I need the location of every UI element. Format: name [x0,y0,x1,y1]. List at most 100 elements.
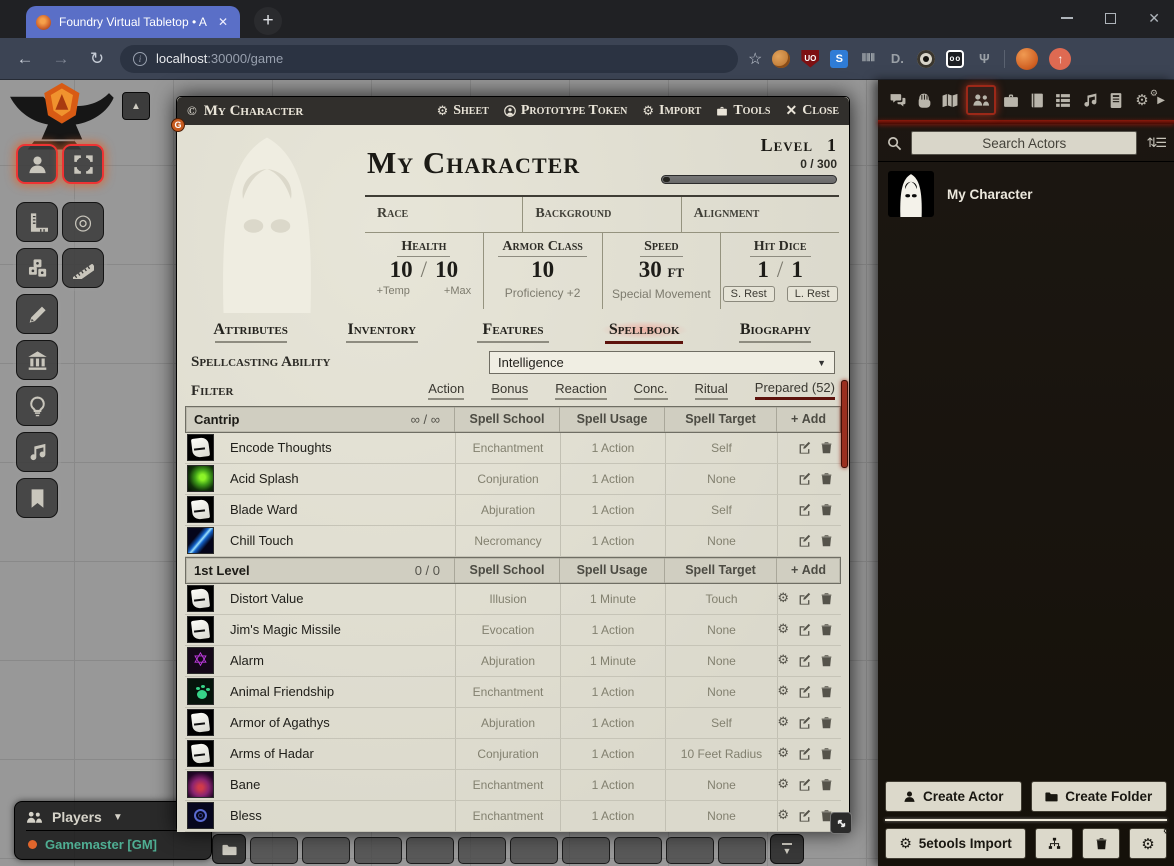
spell-row[interactable]: ✡ Alarm Abjuration 1 Minute None ⚙ [185,646,841,677]
spell-icon-scroll[interactable] [187,496,214,523]
delete-icon[interactable] [820,534,833,547]
spell-row[interactable]: Distort Value Illusion 1 Minute Touch ⚙ [185,584,841,615]
tab-compendium[interactable] [1105,92,1127,109]
macro-folder-button[interactable] [212,834,246,864]
spellcasting-ability-select[interactable]: Intelligence ▼ [489,351,835,374]
short-rest-button[interactable]: S. Rest [723,286,775,302]
prepare-gear-icon[interactable]: ⚙ [777,592,789,605]
d-extension-icon[interactable]: D. [888,50,906,68]
spell-row[interactable]: Blade Ward Abjuration 1 Action Self [185,495,841,526]
prepare-gear-icon[interactable]: ⚙ [777,747,789,760]
health-values[interactable]: 10/10 [365,257,483,283]
drawing-tool-button[interactable] [16,294,58,334]
edit-icon[interactable] [798,623,811,636]
delete-icon[interactable] [820,623,833,636]
delete-icon[interactable] [820,503,833,516]
filter-action[interactable]: Action [428,381,464,400]
tiles-tool-button[interactable] [16,340,58,380]
delete-icon[interactable] [820,716,833,729]
spell-icon-scroll[interactable] [187,740,214,767]
browser-update-icon[interactable]: ↑ [1049,48,1071,70]
section-uses[interactable]: 0 / 0 [415,563,454,578]
bullseye-tool-button[interactable]: ◎ [62,202,104,242]
prototype-token-button[interactable]: Prototype Token [504,103,628,119]
prepare-gear-icon[interactable]: ⚙ [777,778,789,791]
lighting-tool-button[interactable] [16,386,58,426]
macro-slot[interactable] [302,837,350,864]
macro-slot[interactable] [250,837,298,864]
reload-icon[interactable]: ↻ [84,49,110,69]
url-bar[interactable]: i localhost:30000/game [120,45,738,73]
edit-icon[interactable] [798,809,811,822]
s-extension-icon[interactable]: S [830,50,848,68]
race-field[interactable]: Race [365,197,522,232]
tab-journal[interactable] [1026,92,1048,109]
minimize-icon[interactable] [1061,17,1073,19]
ublock-extension-icon[interactable]: UO [801,50,819,68]
5etools-import-button[interactable]: ⚙ 5etools Import [885,828,1026,859]
spell-row[interactable]: Jim's Magic Missile Evocation 1 Action N… [185,615,841,646]
site-info-icon[interactable]: i [133,52,147,66]
prepare-gear-icon[interactable]: ⚙ [777,654,789,667]
spell-icon-acid-splash[interactable] [187,465,214,492]
actor-name[interactable]: My Character [947,187,1033,202]
filter-prepared[interactable]: Prepared (52) [755,380,835,400]
bookmark-star-icon[interactable]: ☆ [748,49,762,69]
macro-slot[interactable] [406,837,454,864]
spell-row[interactable]: Animal Friendship Enchantment 1 Action N… [185,677,841,708]
background-field[interactable]: Background [522,197,680,232]
character-portrait[interactable] [181,129,353,313]
fork-extension-icon[interactable]: Ψ [975,50,993,68]
players-header[interactable]: Players ▼ [26,809,200,831]
tab-playlists[interactable] [1079,92,1101,109]
spell-list-scrollbar[interactable] [841,380,848,468]
close-sheet-button[interactable]: ✕ Close [785,103,839,120]
cookie-extension-icon[interactable] [772,50,790,68]
dice-tray-extension-icon[interactable]: oo [946,50,964,68]
macro-slot[interactable] [354,837,402,864]
delete-icon[interactable] [820,747,833,760]
delete-icon[interactable] [820,441,833,454]
spell-row[interactable]: Encode Thoughts Enchantment 1 Action Sel… [185,433,841,464]
spell-icon-scroll[interactable] [187,616,214,643]
macro-slot[interactable] [510,837,558,864]
tab-inventory[interactable]: Inventory [316,321,447,344]
macro-slot[interactable] [614,837,662,864]
spell-row[interactable]: Armor of Agathys Abjuration 1 Action Sel… [185,708,841,739]
hit-dice-values[interactable]: 1/1 [721,257,839,283]
maximize-icon[interactable] [1105,13,1116,24]
spell-icon-bless-sigil[interactable] [187,802,214,829]
sidebar-collapse-icon[interactable]: ▶ [1157,95,1165,106]
spell-row[interactable]: Bless Enchantment 1 Action None ⚙ [185,801,841,832]
edit-icon[interactable] [798,685,811,698]
section-uses[interactable]: ∞ / ∞ [411,412,454,427]
long-rest-button[interactable]: L. Rest [787,286,838,302]
sort-icon[interactable]: ⇅☰ [1146,135,1165,151]
delete-icon[interactable] [820,685,833,698]
actor-avatar[interactable] [888,171,934,217]
edit-icon[interactable] [798,716,811,729]
measure-tool-button[interactable] [62,248,104,288]
tab-chat[interactable] [887,92,909,109]
create-folder-button[interactable]: Create Folder [1031,781,1168,812]
edit-icon[interactable] [798,534,811,547]
profile-avatar[interactable] [1016,48,1038,70]
add-spell-button[interactable]: + Add [776,407,840,432]
special-movement-label[interactable]: Special Movement [603,287,721,301]
edit-icon[interactable] [798,747,811,760]
spell-icon-scroll[interactable] [187,585,214,612]
edit-icon[interactable] [798,592,811,605]
tab-biography[interactable]: Biography [710,321,841,344]
nav-collapse-button[interactable]: ▲ [122,92,150,120]
edit-icon[interactable] [798,778,811,791]
macro-slot[interactable] [666,837,714,864]
add-spell-button[interactable]: + Add [776,558,840,583]
xp-value[interactable]: 0 / 300 [655,157,837,171]
import-button[interactable]: ⚙ Import [642,103,701,119]
eye-extension-icon[interactable] [917,50,935,68]
filter-reaction[interactable]: Reaction [555,381,606,400]
edit-icon[interactable] [798,654,811,667]
new-tab-button[interactable]: + [254,7,282,35]
edit-icon[interactable] [798,503,811,516]
sliders-extension-icon[interactable]: ⦀⦀⦀ [859,50,877,68]
